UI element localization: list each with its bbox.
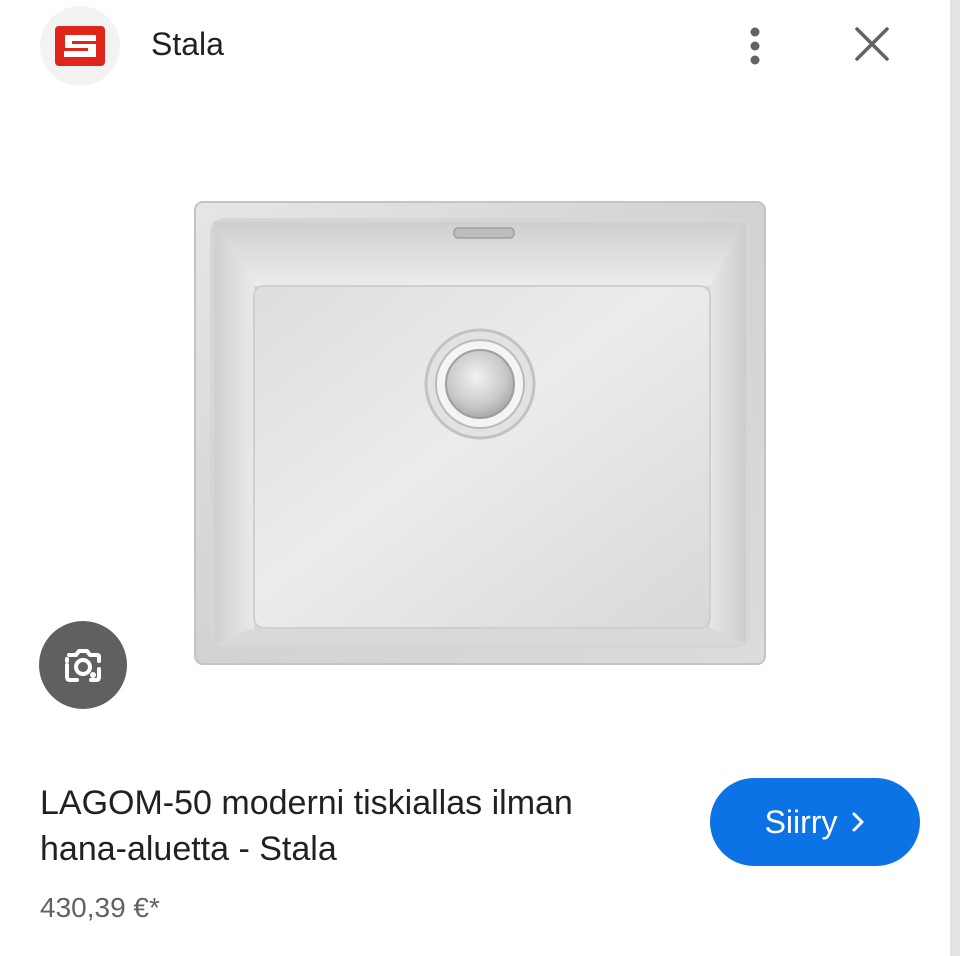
result-header: Stala — [0, 0, 950, 90]
more-vertical-icon — [750, 27, 760, 65]
product-price: 430,39 €* — [40, 892, 160, 923]
stala-logo-icon[interactable] — [40, 6, 120, 86]
scrollbar-track[interactable] — [950, 0, 960, 956]
google-lens-button[interactable] — [39, 621, 127, 709]
google-lens-icon — [62, 645, 104, 685]
close-button[interactable] — [846, 18, 898, 70]
visit-label: Siirry — [764, 804, 838, 840]
more-options-button[interactable] — [731, 20, 779, 72]
product-image[interactable] — [190, 198, 770, 668]
product-title[interactable]: LAGOM-50 moderni tiskiallas ilman hana-a… — [40, 780, 640, 872]
visit-site-button[interactable]: Siirry — [710, 778, 920, 866]
site-name[interactable]: Stala — [151, 24, 224, 64]
chevron-right-icon — [852, 812, 864, 832]
close-icon — [855, 27, 889, 61]
